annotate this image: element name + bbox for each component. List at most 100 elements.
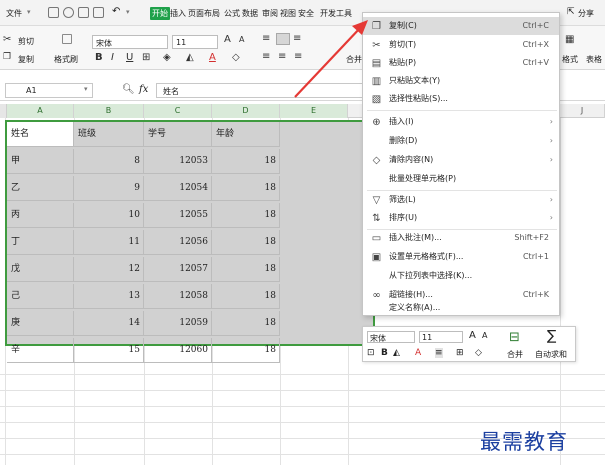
menu-item-cut[interactable]: ✂ 剪切(T) Ctrl+X [363, 36, 559, 54]
autosum-button[interactable]: 自动求和 [535, 349, 567, 360]
tab-insert[interactable]: 插入 [170, 8, 186, 19]
menu-item-paste-special[interactable]: ▧ 选择性粘贴(S)... [363, 90, 559, 108]
menu-item-batch[interactable]: 批量处理单元格(P) [363, 170, 559, 188]
table-cell[interactable]: 18 [212, 257, 280, 282]
table-cell[interactable]: 己 [7, 284, 74, 309]
table-cell[interactable]: 12058 [144, 284, 212, 309]
tab-formula[interactable]: 公式 [224, 8, 240, 19]
cell-format-button[interactable]: 格式 [562, 54, 578, 65]
table-cell[interactable]: 18 [212, 311, 280, 336]
menu-item-format-cells[interactable]: ▣ 设置单元格格式(F)... Ctrl+1 [363, 248, 559, 266]
chevron-down-icon[interactable]: ▾ [126, 8, 130, 16]
mini-font-name[interactable]: 宋体 [367, 331, 415, 343]
menu-item-insert-comment[interactable]: ▭ 插入批注(M)... Shift+F2 [363, 229, 559, 247]
column-header-j[interactable]: J [560, 104, 605, 118]
table-cell[interactable]: 18 [212, 338, 280, 363]
italic-icon[interactable]: I [111, 52, 114, 63]
table-cell[interactable]: 丁 [7, 230, 74, 255]
tab-view[interactable]: 视图 [280, 8, 296, 19]
clear-icon[interactable]: ◇ [475, 348, 482, 358]
menu-item-sort[interactable]: ⇅ 排序(U) › [363, 209, 559, 227]
merge-icon[interactable]: ⊟ [509, 330, 520, 345]
menu-item-paste-text[interactable]: ▥ 只粘贴文本(Y) [363, 72, 559, 90]
bold-icon[interactable]: B [95, 52, 103, 63]
table-cell[interactable]: 9 [74, 176, 144, 201]
table-button[interactable]: 表格 [586, 54, 602, 65]
table-cell[interactable]: 18 [212, 149, 280, 174]
table-header-cell[interactable]: 年龄 [212, 122, 280, 147]
font-name-select[interactable]: 宋体 [92, 35, 168, 49]
share-icon[interactable]: ⇱ [567, 7, 575, 17]
menu-item-pick-list[interactable]: 从下拉列表中选择(K)... [363, 267, 559, 285]
chevron-down-icon[interactable]: ▾ [27, 8, 31, 16]
font-grow-icon[interactable]: A [224, 34, 231, 45]
table-cell[interactable]: 12060 [144, 338, 212, 363]
table-cell[interactable]: 18 [212, 230, 280, 255]
font-shrink-icon[interactable]: A [239, 35, 244, 44]
table-cell[interactable]: 18 [212, 284, 280, 309]
copy-button[interactable]: 复制 [18, 54, 34, 65]
tab-security[interactable]: 安全 [298, 8, 314, 19]
table-cell[interactable]: 15 [74, 338, 144, 363]
table-cell[interactable]: 12 [74, 257, 144, 282]
formula-input[interactable]: 姓名 [156, 83, 366, 98]
tab-page-layout[interactable]: 页面布局 [188, 8, 220, 19]
share-button[interactable]: 分享 [578, 8, 594, 19]
merge-button[interactable]: 合并 [507, 349, 523, 360]
format-painter-button[interactable]: 格式刷 [54, 54, 78, 65]
select-all-corner[interactable] [0, 104, 7, 118]
tab-data[interactable]: 数据 [242, 8, 258, 19]
column-header-c[interactable]: C [144, 104, 212, 118]
align-bottom-icon[interactable]: ≡ [293, 33, 301, 44]
table-cell[interactable]: 13 [74, 284, 144, 309]
table-cell[interactable]: 14 [74, 311, 144, 336]
align-top-icon[interactable]: ≡ [262, 33, 270, 44]
table-cell[interactable]: 11 [74, 230, 144, 255]
table-cell[interactable]: 12054 [144, 176, 212, 201]
menu-item-filter[interactable]: ▽ 筛选(L) › [363, 191, 559, 209]
tab-review[interactable]: 审阅 [262, 8, 278, 19]
table-cell[interactable]: 庚 [7, 311, 74, 336]
zoom-icon[interactable]: 🔍︎ [122, 84, 135, 95]
align-left-icon[interactable]: ≡ [262, 51, 270, 62]
menu-item-insert[interactable]: ⊕ 插入(I) › [363, 113, 559, 131]
table-cell[interactable]: 12053 [144, 149, 212, 174]
align-center-icon[interactable]: ≡ [435, 348, 443, 358]
table-header-cell[interactable]: 班级 [74, 122, 144, 147]
copy-icon[interactable]: ❐ [3, 52, 11, 62]
align-middle-icon[interactable]: ≡ [278, 51, 286, 62]
underline-icon[interactable]: U [126, 52, 133, 63]
border-icon[interactable]: ⊞ [142, 52, 150, 63]
align-right-icon[interactable]: ≡ [294, 51, 302, 62]
table-cell[interactable]: 乙 [7, 176, 74, 201]
table-cell[interactable]: 丙 [7, 203, 74, 228]
print-icon[interactable] [78, 7, 89, 18]
function-icon[interactable]: fx [139, 84, 148, 95]
undo-icon[interactable]: ↶ [112, 6, 120, 17]
table-cell[interactable]: 12059 [144, 311, 212, 336]
table-header-cell[interactable]: 学号 [144, 122, 212, 147]
table-cell[interactable]: 12057 [144, 257, 212, 282]
tab-developer[interactable]: 开发工具 [320, 8, 352, 19]
column-header-e[interactable]: E [280, 104, 348, 118]
paint-bucket-icon[interactable]: ◭ [186, 52, 194, 63]
paste-icon[interactable] [62, 34, 72, 44]
tab-file[interactable]: 文件 [6, 8, 22, 19]
merge-button[interactable]: 合并 [346, 54, 362, 65]
border-icon[interactable]: ⊞ [456, 348, 464, 358]
menu-item-delete[interactable]: 删除(D) › [363, 132, 559, 150]
table-cell[interactable]: 18 [212, 176, 280, 201]
bold-icon[interactable]: B [381, 348, 388, 358]
undo-history-icon[interactable] [63, 7, 74, 18]
column-header-b[interactable]: B [74, 104, 144, 118]
format-painter-icon[interactable]: ⊡ [367, 348, 375, 358]
name-box[interactable]: A1 [5, 83, 93, 98]
column-header-d[interactable]: D [212, 104, 280, 118]
chevron-down-icon[interactable]: ▾ [84, 85, 88, 93]
table-cell[interactable]: 甲 [7, 149, 74, 174]
column-header-a[interactable]: A [7, 104, 74, 118]
menu-item-paste[interactable]: ▤ 粘贴(P) Ctrl+V [363, 54, 559, 72]
fill-color-icon[interactable]: ◭ [393, 348, 400, 358]
menu-item-copy[interactable]: ❐ 复制(C) Ctrl+C [363, 17, 559, 35]
font-color-icon[interactable]: A [209, 52, 216, 63]
